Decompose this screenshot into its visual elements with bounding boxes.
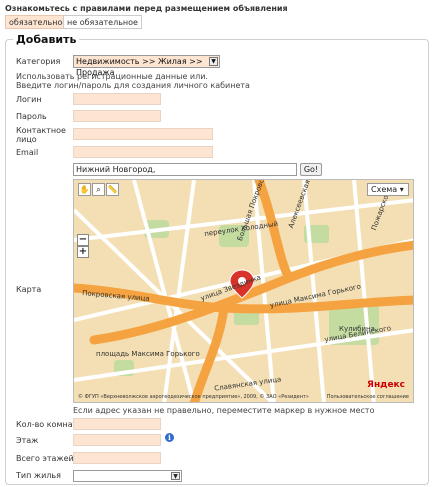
floor-field[interactable] bbox=[73, 434, 161, 446]
housing-type-label: Тип жилья bbox=[16, 471, 61, 480]
contact-field[interactable] bbox=[73, 128, 213, 140]
housing-type-select[interactable]: ▼ bbox=[73, 470, 182, 482]
magnifier-icon[interactable]: ⌕ bbox=[92, 183, 105, 196]
yandex-logo: Яндекс bbox=[367, 380, 405, 390]
ruler-icon[interactable]: 📏 bbox=[106, 183, 119, 196]
map-label: Карта bbox=[16, 285, 42, 294]
go-button[interactable]: Go! bbox=[300, 163, 322, 176]
login-label: Логин bbox=[16, 95, 42, 104]
map[interactable]: улица Звездинка улица Максима Горького П… bbox=[73, 179, 414, 403]
map-copyright: © ФГУП «Верхневолжское аэрогеодезическое… bbox=[78, 394, 309, 400]
password-field[interactable] bbox=[73, 110, 161, 122]
form-title: Добавить bbox=[13, 33, 80, 46]
zoom-out-icon[interactable]: − bbox=[77, 234, 89, 246]
email-field[interactable] bbox=[73, 146, 213, 158]
map-terms-link[interactable]: Пользовательское соглашение bbox=[327, 394, 409, 400]
street-square: площадь Максима Горького bbox=[96, 350, 200, 358]
rooms-field[interactable] bbox=[73, 418, 161, 430]
login-field[interactable] bbox=[73, 93, 161, 105]
legend-optional: не обязательное bbox=[63, 15, 142, 29]
zoom-in-icon[interactable]: + bbox=[77, 246, 89, 258]
street-kulibina: Кулибина bbox=[339, 325, 375, 333]
map-type-select[interactable]: Схема ▾ bbox=[367, 183, 409, 196]
dropdown-arrow-icon[interactable]: ▼ bbox=[171, 472, 180, 480]
category-select[interactable]: Недвижимость >> Жилая >> Продажа ▼ bbox=[73, 55, 220, 77]
map-hint: Если адрес указан не правельно, перемест… bbox=[73, 406, 375, 415]
email-label: Email bbox=[16, 148, 39, 157]
map-toolbar: ✋ ⌕ 📏 bbox=[78, 183, 119, 196]
total-floors-field[interactable] bbox=[73, 452, 161, 464]
password-label: Пароль bbox=[16, 112, 47, 121]
rules-link[interactable]: Ознакомьтесь с правилами перед размещени… bbox=[5, 4, 288, 13]
dropdown-arrow-icon[interactable]: ▼ bbox=[209, 57, 218, 66]
hand-icon[interactable]: ✋ bbox=[78, 183, 91, 196]
map-search-input[interactable]: Нижний Новгород, bbox=[73, 163, 297, 176]
info-icon[interactable]: i bbox=[165, 433, 174, 442]
legend-required: обязательное bbox=[5, 15, 72, 29]
contact-label-2: лицо bbox=[16, 135, 37, 144]
zoom-control: − + bbox=[77, 234, 89, 258]
login-hint-2: Введите логин/пароль для создания личног… bbox=[16, 81, 250, 90]
rooms-label: Кол-во комнат bbox=[16, 420, 78, 429]
category-label: Категория bbox=[16, 57, 61, 66]
total-floors-label: Всего этажей bbox=[16, 454, 74, 463]
floor-label: Этаж bbox=[16, 436, 39, 445]
